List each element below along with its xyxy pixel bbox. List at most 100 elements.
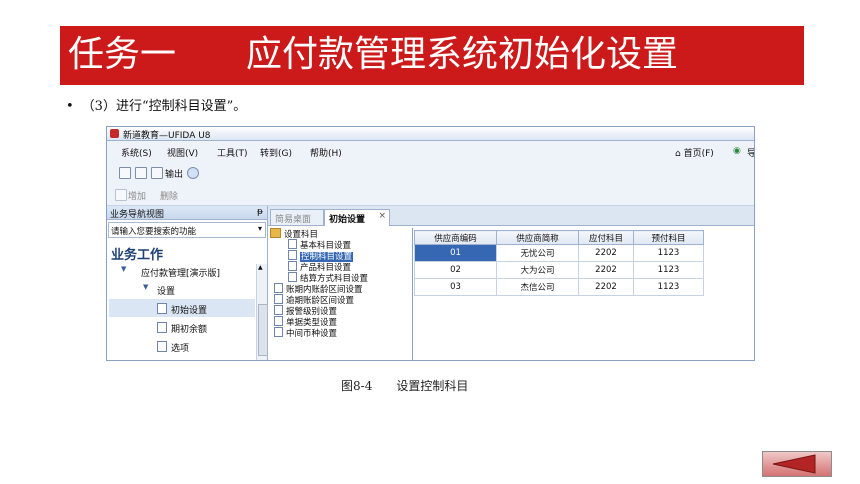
cell-supplier-code[interactable]: 02 — [414, 261, 497, 279]
delete-button[interactable]: 删除 — [160, 189, 178, 202]
bullet-dot: • — [66, 99, 74, 114]
globe-icon[interactable]: ◉ — [733, 146, 741, 156]
scrollbar-thumb[interactable] — [258, 304, 268, 356]
document-icon — [274, 283, 283, 293]
nav-item-label: 应付款管理[演示版] — [141, 269, 221, 279]
figure-title: 设置控制科目 — [396, 379, 469, 393]
tree-node-basic-accounts[interactable]: 基本科目设置 — [288, 239, 351, 251]
cell-payable-account[interactable]: 2202 — [578, 261, 634, 279]
cell-supplier-code[interactable]: 01 — [414, 244, 497, 262]
menu-help[interactable]: 帮助(H) — [310, 146, 342, 159]
menu-system[interactable]: 系统(S) — [121, 146, 152, 159]
back-arrow-icon — [772, 454, 816, 474]
cell-supplier-name[interactable]: 无忧公司 — [496, 244, 579, 262]
cell-prepaid-account[interactable]: 1123 — [633, 261, 704, 279]
menu-right-cut: 导 — [747, 146, 754, 159]
close-icon[interactable]: × — [378, 211, 386, 221]
col-header-supplier-name[interactable]: 供应商简称 — [496, 230, 579, 245]
table-row[interactable]: 02 大为公司 2202 1123 — [414, 261, 704, 279]
tree-node-settlement-accounts[interactable]: 结算方式科目设置 — [288, 272, 368, 284]
tab-simple-desktop[interactable]: 简易桌面 — [270, 209, 324, 225]
document-icon — [157, 341, 167, 352]
document-icon — [288, 261, 297, 271]
bullet-text: （3）进行“控制科目设置”。 — [81, 99, 247, 114]
folder-icon — [270, 228, 281, 238]
cell-supplier-name[interactable]: 大为公司 — [496, 261, 579, 279]
expand-arrow-icon[interactable]: ▼ — [143, 283, 148, 291]
col-header-supplier-code[interactable]: 供应商编码 — [414, 230, 497, 245]
nav-pane-title: 业务导航视图 — [110, 210, 165, 220]
navigation-pane: 业务导航视图 ᵽ 请输入您要搜索的功能 ▾ 业务工作 ▼ 应付款管理[演示版] … — [107, 206, 268, 360]
preview-icon[interactable] — [135, 167, 147, 179]
tree-node-intermediate-currency[interactable]: 中间币种设置 — [274, 327, 337, 339]
window-title: 新道教育—UFIDA U8 — [123, 131, 211, 141]
document-icon — [288, 250, 297, 260]
search-placeholder: 请输入您要搜索的功能 — [111, 227, 197, 237]
nav-item-settings[interactable]: ▼ 设置 — [109, 280, 255, 298]
dropdown-icon[interactable]: ▾ — [258, 224, 262, 233]
figure-caption: 图8-4 设置控制科目 — [341, 377, 468, 394]
u8-window-screenshot: 新道教育—UFIDA U8 系统(S) 视图(V) 工具(T) 转到(G) 帮助… — [106, 126, 755, 361]
cell-payable-account[interactable]: 2202 — [578, 244, 634, 262]
nav-item-initial-settings[interactable]: 初始设置 — [109, 299, 255, 317]
add-button[interactable]: 增加 — [128, 189, 146, 202]
tree-node-aging-overdue[interactable]: 逾期账龄区间设置 — [274, 294, 354, 306]
cell-supplier-name[interactable]: 杰信公司 — [496, 278, 579, 296]
pin-icon[interactable]: ᵽ — [257, 207, 263, 217]
add-icon — [115, 189, 127, 201]
tree-node-account-settings[interactable]: 设置科目 — [270, 228, 318, 240]
main-content-pane: 简易桌面 初始设置 × 设置科目 基本科目设置 控制科目设置 产品科目设置 结算… — [268, 206, 754, 360]
back-button[interactable] — [762, 451, 832, 477]
tree-node-aging-in-period[interactable]: 账期内账龄区间设置 — [274, 283, 363, 295]
document-icon — [288, 239, 297, 249]
nav-scrollbar[interactable]: ▲ — [256, 264, 268, 360]
nav-pane-header: 业务导航视图 ᵽ — [107, 206, 267, 220]
cell-prepaid-account[interactable]: 1123 — [633, 278, 704, 296]
app-logo-icon — [110, 129, 119, 138]
document-icon — [157, 322, 167, 333]
tree-node-document-types[interactable]: 单据类型设置 — [274, 316, 337, 328]
slide-title-task: 任务一 — [68, 34, 177, 75]
nav-item-opening-balance[interactable]: 期初余额 — [109, 318, 255, 336]
document-icon — [274, 327, 283, 337]
col-header-prepaid-account[interactable]: 预付科目 — [633, 230, 704, 245]
cell-payable-account[interactable]: 2202 — [578, 278, 634, 296]
table-row[interactable]: 01 无忧公司 2202 1123 — [414, 244, 704, 262]
nav-item-label: 选项 — [171, 344, 190, 354]
figure-number: 图8-4 — [341, 379, 373, 393]
pane-splitter[interactable] — [412, 228, 413, 360]
function-search-input[interactable]: 请输入您要搜索的功能 ▾ — [108, 222, 266, 238]
cell-prepaid-account[interactable]: 1123 — [633, 244, 704, 262]
menu-goto[interactable]: 转到(G) — [260, 146, 292, 159]
bullet-line: • （3）进行“控制科目设置”。 — [66, 95, 246, 114]
col-header-payable-account[interactable]: 应付科目 — [578, 230, 634, 245]
menu-tools[interactable]: 工具(T) — [217, 146, 248, 159]
tree-node-product-accounts[interactable]: 产品科目设置 — [288, 261, 351, 273]
toolbar-output: 输出 — [107, 161, 754, 183]
output-button[interactable]: 输出 — [165, 167, 183, 180]
window-titlebar: 新道教育—UFIDA U8 — [107, 127, 754, 141]
nav-item-label: 期初余额 — [171, 325, 208, 335]
home-label: 首页(F) — [683, 149, 714, 159]
output-icon[interactable] — [151, 167, 163, 179]
grid-header-row: 供应商编码 供应商简称 应付科目 预付科目 — [414, 230, 704, 245]
expand-arrow-icon[interactable]: ▼ — [121, 265, 126, 273]
document-icon — [288, 272, 297, 282]
section-business-work: 业务工作 — [111, 248, 164, 263]
tab-initial-settings[interactable]: 初始设置 × — [324, 209, 390, 226]
table-row[interactable]: 03 杰信公司 2202 1123 — [414, 278, 704, 296]
menu-bar: 系统(S) 视图(V) 工具(T) 转到(G) 帮助(H) ⌂ 首页(F) ◉ … — [107, 141, 754, 161]
nav-item-options[interactable]: 选项 — [109, 337, 255, 360]
menu-view[interactable]: 视图(V) — [167, 146, 198, 159]
tab-label: 简易桌面 — [275, 215, 312, 225]
nav-item-payables[interactable]: ▼ 应付款管理[演示版] — [109, 262, 255, 280]
scroll-up-icon[interactable]: ▲ — [258, 264, 263, 271]
tree-node-alert-levels[interactable]: 报警级别设置 — [274, 305, 337, 317]
tree-node-control-accounts[interactable]: 控制科目设置 — [288, 250, 354, 262]
help-icon[interactable] — [187, 167, 199, 179]
cell-supplier-code[interactable]: 03 — [414, 278, 497, 296]
title-banner: 任务一 应付款管理系统初始化设置 — [60, 26, 804, 85]
home-button[interactable]: ⌂ 首页(F) — [675, 146, 714, 159]
print-icon[interactable] — [119, 167, 131, 179]
document-icon — [274, 294, 283, 304]
